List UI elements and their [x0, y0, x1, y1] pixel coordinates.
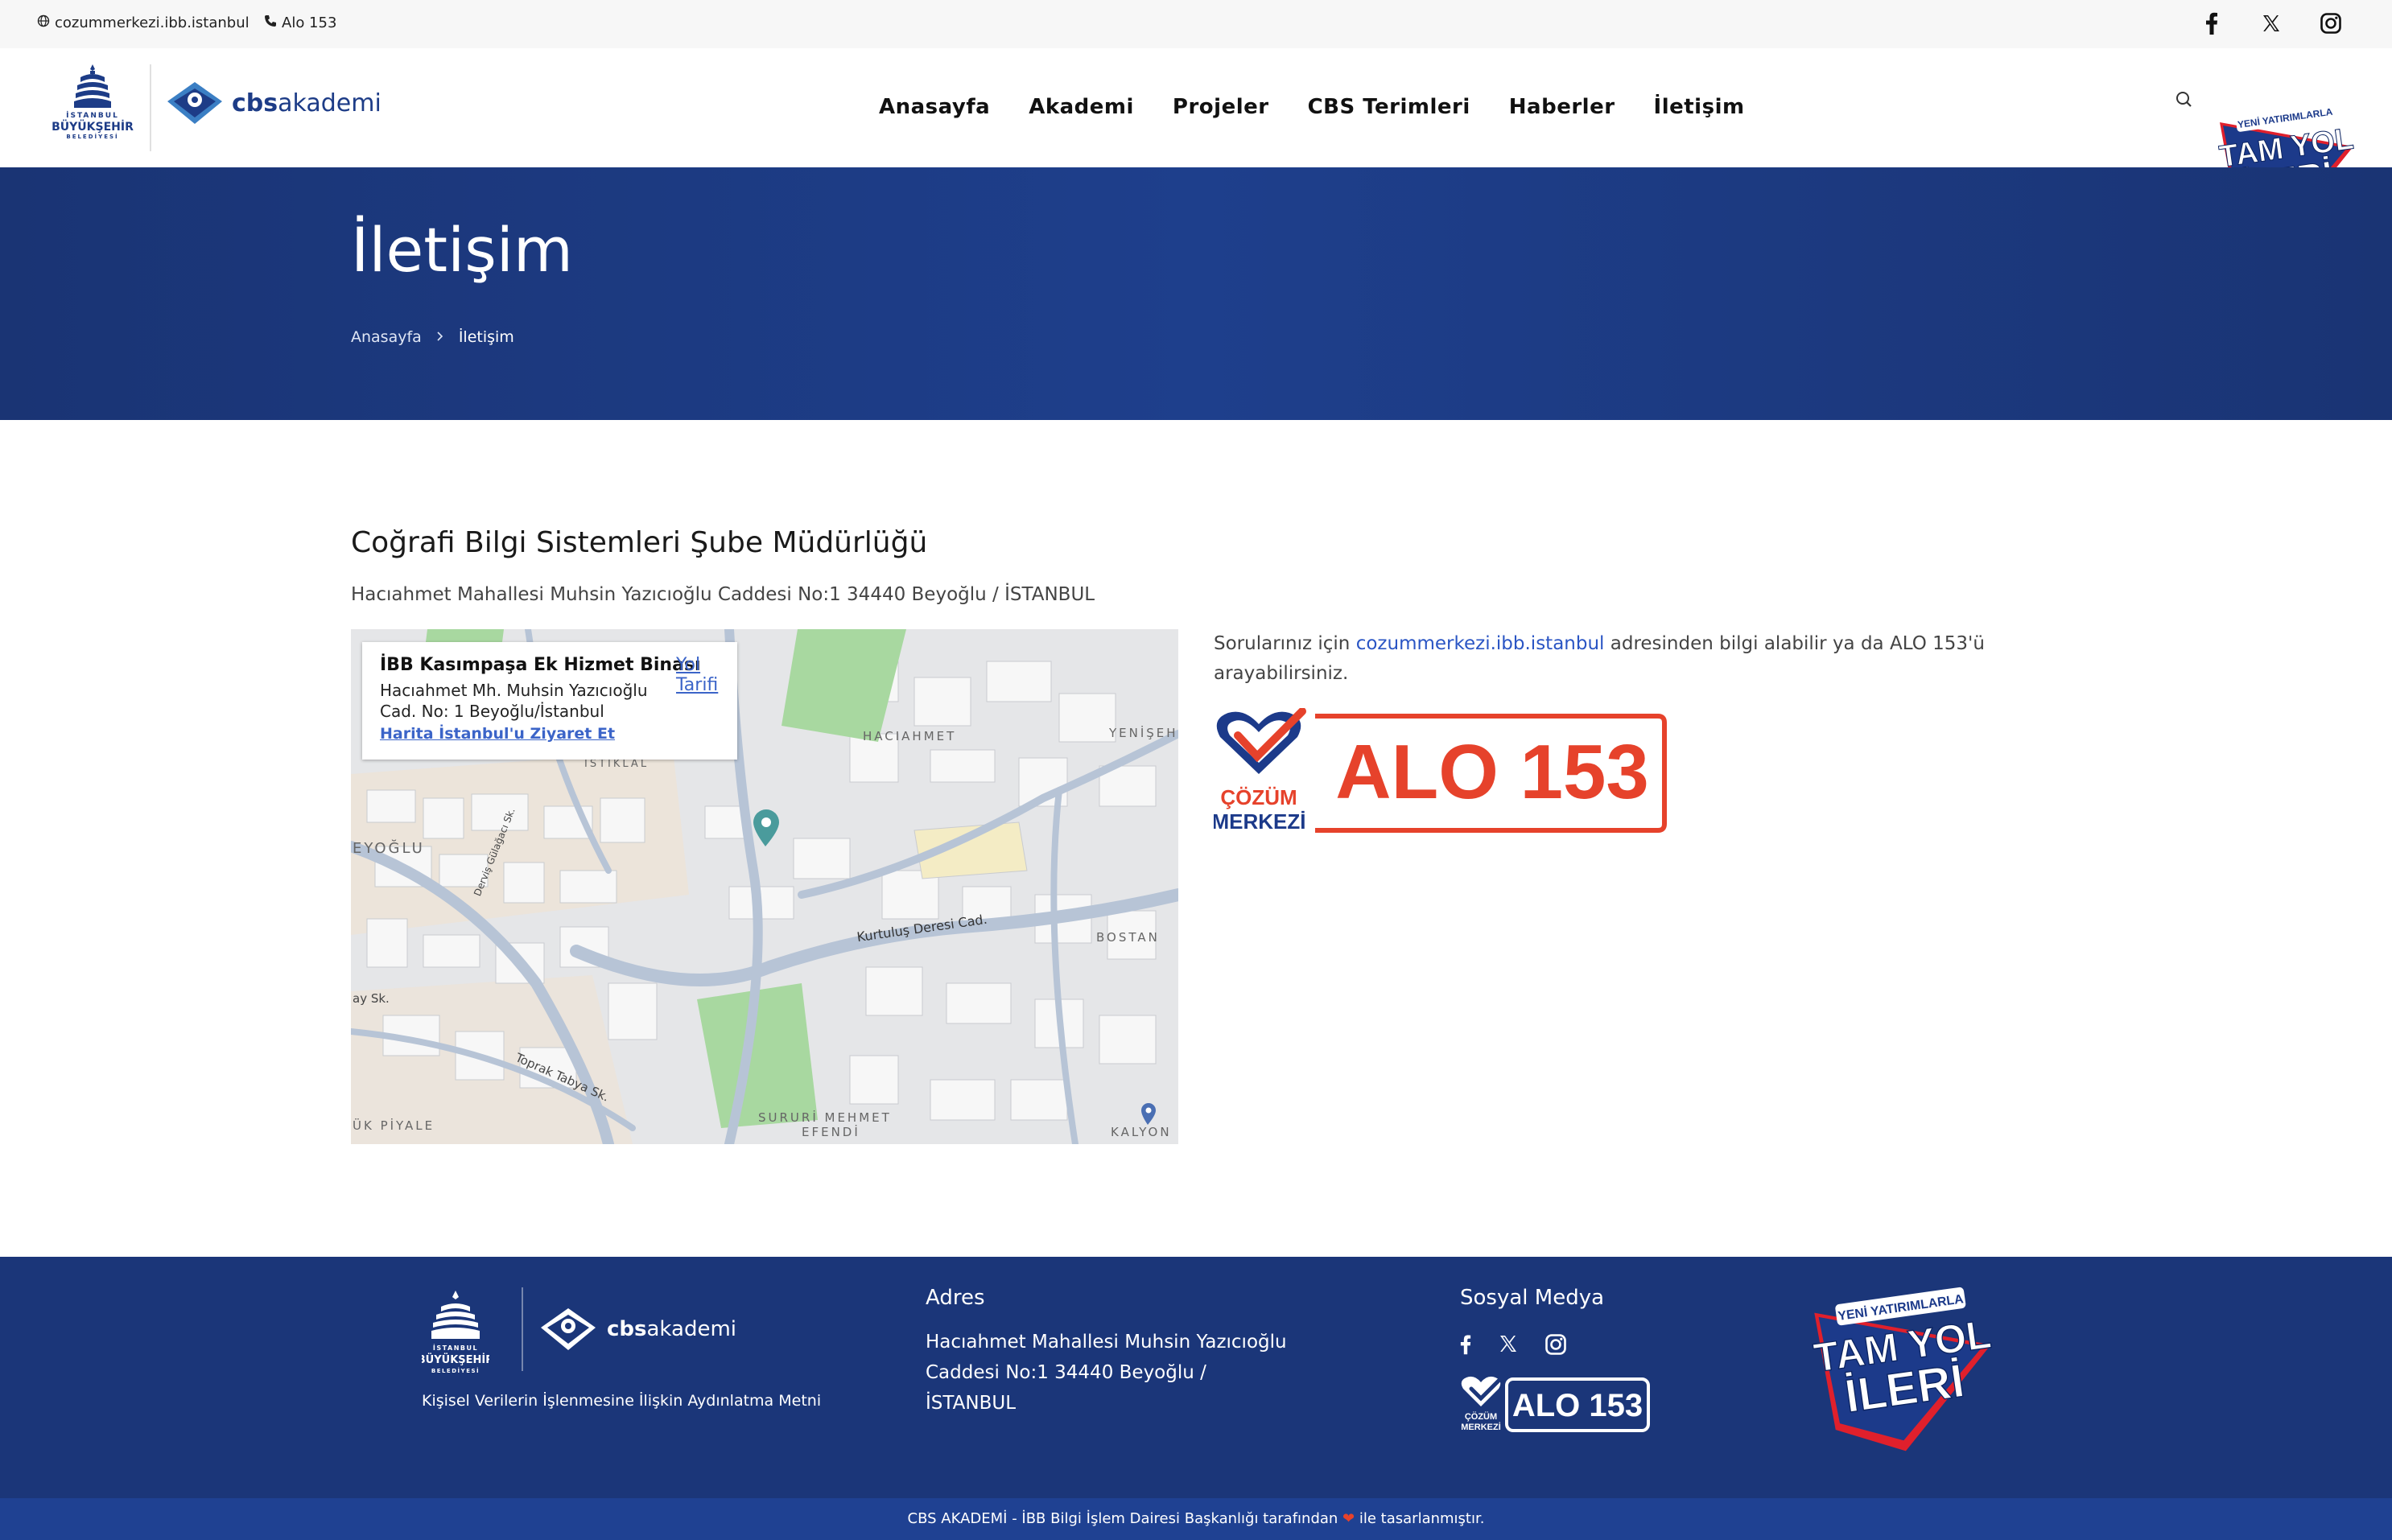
directions-link[interactable]: Yol Tarifi: [676, 655, 737, 695]
footer-alo-153-badge: ÇÖZÜM MERKEZİ ALO 153: [1461, 1375, 1650, 1432]
footer-social-links: [1460, 1334, 1566, 1358]
map-label-sururi: SURURİ MEHMET: [758, 1110, 892, 1125]
map-label-yenisehir: YENİŞEH: [1109, 726, 1178, 740]
map-card-line1: Hacıahmet Mh. Muhsin Yazıcıoğlu: [380, 681, 648, 700]
logo-divider: [150, 64, 151, 151]
footer-logo-divider: [522, 1287, 523, 1371]
map-label-bostan: BOSTAN: [1096, 930, 1160, 945]
heart-icon: ❤: [1342, 1510, 1355, 1527]
contact-info: Sorularınız için cozummerkezi.ibb.istanb…: [1214, 629, 2011, 689]
email-contact[interactable]: cozummerkezi.ibb.istanbul: [37, 14, 250, 31]
footer-cbs-mark-icon: [541, 1308, 596, 1350]
map-label-beyoglu: EYOĞLU: [353, 840, 425, 857]
ibb-logo-line1: İSTANBUL: [66, 112, 119, 120]
nav-cbs-terimleri[interactable]: CBS Terimleri: [1308, 95, 1470, 119]
footer-ibb-emblem-icon: İSTANBUL BÜYÜKŞEHİR BELEDİYESİ: [418, 1291, 493, 1374]
alo-cozum: ÇÖZÜM: [1220, 785, 1297, 809]
breadcrumb-home[interactable]: Anasayfa: [351, 328, 422, 346]
nav-projeler[interactable]: Projeler: [1173, 95, 1269, 119]
map-label-istiklal: İSTİKLAL: [584, 758, 650, 770]
site-header: İSTANBUL BÜYÜKŞEHİR BELEDİYESİ cbsakadem…: [0, 48, 2392, 227]
instagram-icon[interactable]: [2318, 10, 2344, 37]
ibb-logo-line2: BÜYÜKŞEHİR: [52, 121, 134, 134]
footer-x-icon[interactable]: [1499, 1334, 1518, 1358]
search-icon[interactable]: [2173, 89, 2196, 111]
cbs-mark-icon: [167, 82, 222, 124]
footer-instagram-icon[interactable]: [1545, 1334, 1566, 1358]
map-card-title: İBB Kasımpaşa Ek Hizmet Binası: [380, 655, 701, 675]
phone-text: Alo 153: [282, 14, 337, 31]
facebook-icon[interactable]: [2199, 10, 2225, 37]
footer-social-heading: Sosyal Medya: [1460, 1286, 1605, 1310]
page-title: İletişim: [351, 214, 573, 286]
map-card-line2: Cad. No: 1 Beyoğlu/İstanbul: [380, 702, 604, 721]
visit-harita-link[interactable]: Harita İstanbul'u Ziyaret Et: [380, 725, 720, 743]
map-street-sk: ay Sk.: [353, 991, 390, 1006]
footer-cbs-logo[interactable]: cbsakademi: [539, 1307, 736, 1352]
footer-facebook-icon[interactable]: [1460, 1334, 1471, 1358]
map-label-piyale: ÜK PİYALE: [353, 1118, 435, 1133]
alo-merkezi: MERKEZİ: [1214, 809, 1306, 834]
chevron-right-icon: [436, 328, 444, 346]
ibb-emblem-icon: [74, 64, 111, 108]
footer-ibb-logo[interactable]: İSTANBUL BÜYÜKŞEHİR BELEDİYESİ: [418, 1289, 493, 1377]
office-address: Hacıahmet Mahallesi Muhsin Yazıcıoğlu Ca…: [351, 584, 1095, 605]
top-bar: cozummerkezi.ibb.istanbul Alo 153: [0, 0, 2392, 48]
footer-ibb-line2: BÜYÜKŞEHİR: [422, 1353, 489, 1366]
copyright-pre: CBS AKADEMİ - İBB Bilgi İşlem Dairesi Ba…: [907, 1510, 1338, 1527]
email-text: cozummerkezi.ibb.istanbul: [55, 14, 250, 31]
office-title: Coğrafi Bilgi Sistemleri Şube Müdürlüğü: [351, 526, 928, 559]
footer-brand-bold: cbs: [607, 1317, 647, 1341]
footer-alo-number: ALO 153: [1512, 1388, 1643, 1423]
kvkk-link[interactable]: Kişisel Verilerin İşlenmesine İlişkin Ay…: [422, 1392, 821, 1410]
footer-alo-cozum: ÇÖZÜM: [1465, 1411, 1497, 1422]
breadcrumb: Anasayfa İletişim: [351, 328, 514, 346]
footer-brand-light: akademi: [646, 1317, 737, 1341]
map-label-kalyon: KALYON: [1111, 1125, 1172, 1139]
globe-icon: [37, 14, 50, 31]
breadcrumb-current: İletişim: [458, 328, 514, 346]
nav-anasayfa[interactable]: Anasayfa: [879, 95, 990, 119]
main-nav: Anasayfa Akademi Projeler CBS Terimleri …: [879, 95, 1784, 119]
footer-alo-merkezi: MERKEZİ: [1461, 1422, 1501, 1432]
footer-ibb-line1: İSTANBUL: [433, 1344, 478, 1352]
site-footer: İSTANBUL BÜYÜKŞEHİR BELEDİYESİ cbsakadem…: [0, 1257, 2392, 1498]
cbs-akademi-logo[interactable]: cbsakademi: [166, 80, 381, 126]
alo-153-badge: ÇÖZÜM MERKEZİ ALO 153: [1212, 707, 1667, 834]
copyright-post: ile tasarlanmıştır.: [1359, 1510, 1485, 1527]
footer-tam-yol-ileri-badge[interactable]: YENİ YATIRIMLARLA TAM YOL İLERİ: [1803, 1281, 1996, 1460]
map-label-haciahmet: HACIAHMET: [863, 729, 957, 743]
footer-address-heading: Adres: [926, 1286, 985, 1310]
footer-address: Hacıahmet Mahallesi Muhsin Yazıcıoğlu Ca…: [926, 1332, 1287, 1414]
ibb-logo-line3: BELEDİYESİ: [66, 134, 119, 140]
top-social-links: [2199, 10, 2344, 37]
footer-tam-yol-ileri-icon: YENİ YATIRIMLARLA TAM YOL İLERİ: [1811, 1287, 1994, 1451]
phone-icon: [264, 14, 277, 31]
nav-haberler[interactable]: Haberler: [1509, 95, 1615, 119]
brand-bold: cbs: [232, 89, 278, 117]
alo-number: ALO 153: [1335, 729, 1648, 815]
footer-ibb-line3: BELEDİYESİ: [431, 1367, 480, 1374]
x-icon[interactable]: [2258, 10, 2284, 37]
location-map[interactable]: HACIAHMET YENİŞEH EYOĞLU BOSTAN SURURİ M…: [351, 629, 1178, 1144]
page-hero: İletişim Anasayfa İletişim: [0, 167, 2392, 420]
map-label-efendi: EFENDİ: [802, 1125, 860, 1139]
info-email-link[interactable]: cozummerkezi.ibb.istanbul: [1356, 633, 1605, 654]
alo-153-logo[interactable]: ÇÖZÜM MERKEZİ ALO 153: [1212, 707, 1669, 837]
phone-contact[interactable]: Alo 153: [264, 14, 336, 31]
footer-alo-153-logo[interactable]: ÇÖZÜM MERKEZİ ALO 153: [1460, 1374, 1653, 1435]
nav-iletisim[interactable]: İletişim: [1654, 95, 1745, 119]
brand-light: akademi: [278, 89, 381, 117]
info-before: Sorularınız için: [1214, 633, 1356, 654]
nav-akademi[interactable]: Akademi: [1029, 95, 1134, 119]
map-info-card: İBB Kasımpaşa Ek Hizmet Binası Yol Tarif…: [362, 642, 737, 760]
copyright-bar: CBS AKADEMİ - İBB Bilgi İşlem Dairesi Ba…: [0, 1498, 2392, 1540]
ibb-logo[interactable]: İSTANBUL BÜYÜKŞEHİR BELEDİYESİ: [47, 63, 138, 153]
